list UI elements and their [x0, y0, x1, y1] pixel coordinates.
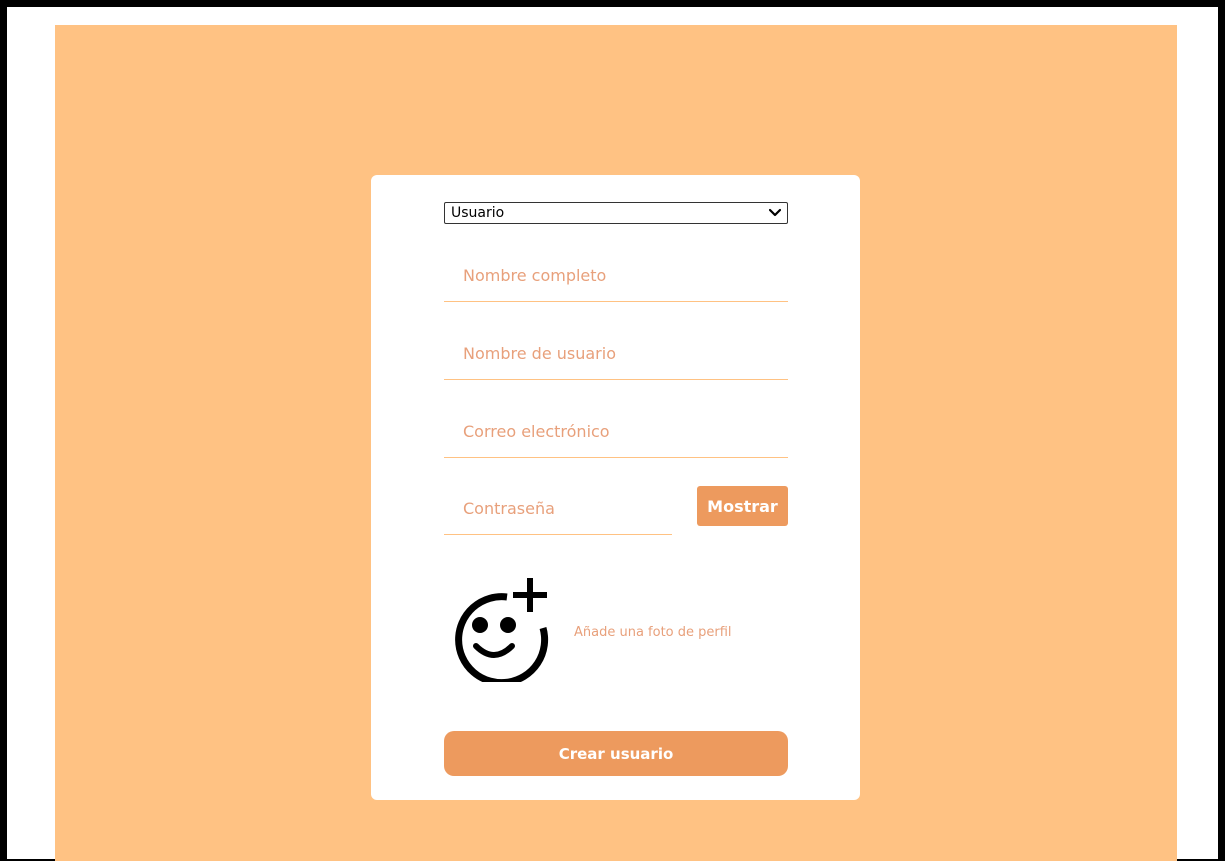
add-photo-label[interactable]: Añade una foto de perfil [574, 625, 732, 640]
add-photo-button[interactable] [447, 576, 553, 687]
password-field[interactable]: Contraseña [444, 491, 672, 535]
role-select[interactable]: Usuario [444, 202, 788, 224]
chevron-down-icon [769, 203, 781, 223]
full-name-field[interactable]: Nombre completo [444, 258, 788, 302]
username-field[interactable]: Nombre de usuario [444, 336, 788, 380]
page-background: Usuario Nombre completo Nombre de usuari… [55, 25, 1177, 861]
password-placeholder: Contraseña [463, 499, 555, 518]
email-field[interactable]: Correo electrónico [444, 414, 788, 458]
email-placeholder: Correo electrónico [463, 422, 610, 441]
create-user-card: Usuario Nombre completo Nombre de usuari… [371, 175, 860, 800]
create-user-button[interactable]: Crear usuario [444, 731, 788, 776]
role-select-value: Usuario [451, 205, 505, 221]
full-name-placeholder: Nombre completo [463, 266, 607, 285]
browser-viewport: Usuario Nombre completo Nombre de usuari… [7, 7, 1218, 861]
username-placeholder: Nombre de usuario [463, 344, 616, 363]
show-password-button[interactable]: Mostrar [697, 486, 788, 526]
add-reaction-icon [455, 578, 549, 687]
